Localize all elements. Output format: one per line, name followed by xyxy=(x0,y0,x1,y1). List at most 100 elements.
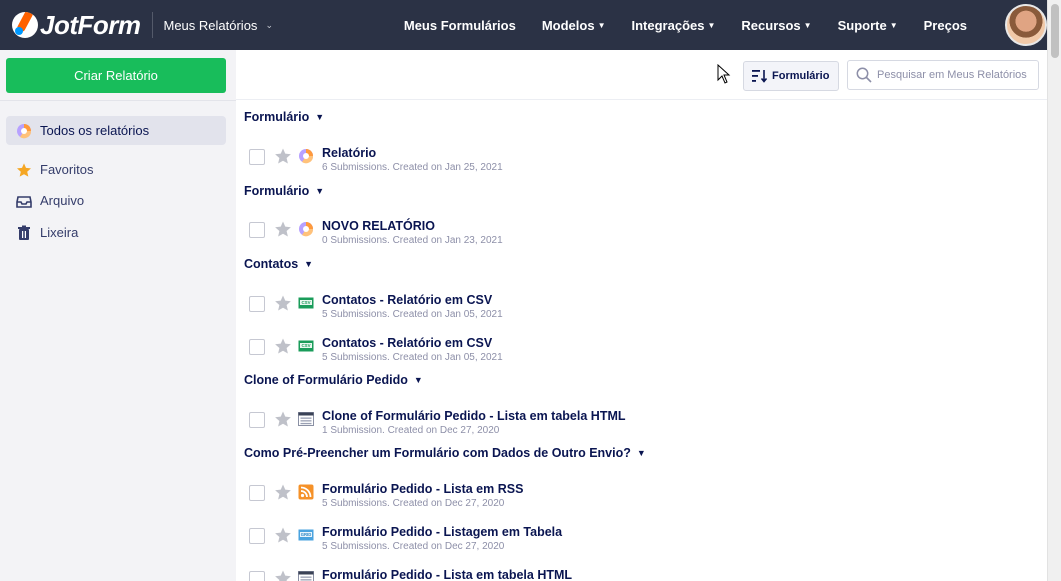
group-header[interactable]: Formulário ▼ xyxy=(244,110,324,124)
report-row[interactable]: NOVO RELATÓRIO 0 Submissions. Created on … xyxy=(236,213,1047,253)
report-meta: 5 Submissions. Created on Jan 05, 2021 xyxy=(322,352,503,363)
select-checkbox[interactable] xyxy=(249,571,265,581)
report-title[interactable]: Formulário Pedido - Listagem em Tabela xyxy=(322,525,562,539)
page-scrollbar[interactable] xyxy=(1047,0,1061,581)
select-checkbox[interactable] xyxy=(249,222,265,238)
report-title[interactable]: Formulário Pedido - Lista em RSS xyxy=(322,482,523,496)
jotform-logo[interactable]: JotForm xyxy=(12,10,141,41)
nav-item[interactable]: Preços xyxy=(924,18,967,33)
report-meta: 0 Submissions. Created on Jan 23, 2021 xyxy=(322,235,503,246)
inbox-icon xyxy=(16,193,32,209)
nav-item[interactable]: Integrações ▼ xyxy=(632,18,716,33)
report-row[interactable]: CSV Contatos - Relatório em CSV 5 Submissi… xyxy=(236,330,1047,370)
csv-icon: CSV xyxy=(298,338,314,354)
sidebar-item-all-reports[interactable]: Todos os relatórios xyxy=(6,116,226,145)
search-input[interactable] xyxy=(877,69,1037,81)
report-meta: 5 Submissions. Created on Dec 27, 2020 xyxy=(322,541,505,552)
mouse-cursor-icon xyxy=(717,64,731,84)
report-row[interactable]: CSV Contatos - Relatório em CSV 5 Submissi… xyxy=(236,287,1047,327)
nav-item[interactable]: Recursos ▼ xyxy=(741,18,811,33)
caret-down-icon[interactable]: ▼ xyxy=(315,186,324,196)
nav-item[interactable]: Suporte ▼ xyxy=(838,18,898,33)
report-title[interactable]: Formulário Pedido - Lista em tabela HTML xyxy=(322,568,572,581)
brand-name: JotForm xyxy=(40,9,141,40)
create-report-button[interactable]: Criar Relatório xyxy=(6,58,226,93)
group-header[interactable]: Como Pré-Preencher um Formulário com Dad… xyxy=(244,446,646,460)
sidebar: Criar Relatório Todos os relatórios Favo… xyxy=(0,50,236,581)
csv-icon: CSV xyxy=(298,295,314,311)
group-header[interactable]: Formulário ▼ xyxy=(244,184,324,198)
report-title[interactable]: Clone of Formulário Pedido - Lista em ta… xyxy=(322,409,626,423)
grid-icon: GRID xyxy=(298,527,314,543)
report-row[interactable]: Formulário Pedido - Lista em RSS 5 Submis… xyxy=(236,476,1047,516)
sidebar-item-archive[interactable]: Arquivo xyxy=(6,186,226,215)
sidebar-item-label: Todos os relatórios xyxy=(40,123,150,138)
html-table-icon xyxy=(298,570,314,581)
star-icon[interactable] xyxy=(274,147,292,165)
top-navbar: JotForm Meus Relatórios ⌄ Meus Formulári… xyxy=(0,0,1047,50)
select-checkbox[interactable] xyxy=(249,412,265,428)
group-header[interactable]: Clone of Formulário Pedido ▼ xyxy=(244,373,423,387)
report-meta: 1 Submission. Created on Dec 27, 2020 xyxy=(322,425,500,436)
nav-item-label: Meus Formulários xyxy=(403,17,516,33)
report-row[interactable]: Clone of Formulário Pedido - Lista em ta… xyxy=(236,403,1047,443)
report-row[interactable]: GRID Formulário Pedido - Listagem em Tabe… xyxy=(236,519,1047,559)
caret-down-icon[interactable]: ▼ xyxy=(414,375,423,385)
star-icon[interactable] xyxy=(274,337,292,355)
report-list-panel: Formulário Formulário ▼ Relatório 6 Submiss… xyxy=(236,50,1047,581)
sidebar-item-label: Favoritos xyxy=(40,162,94,177)
caret-down-icon[interactable]: ▼ xyxy=(304,259,313,269)
scrollbar-thumb[interactable] xyxy=(1051,4,1059,58)
group-name: Formulário xyxy=(244,110,310,124)
report-title[interactable]: Contatos - Relatório em CSV xyxy=(322,293,492,307)
sort-button-label: Formulário xyxy=(772,70,830,82)
report-row[interactable]: Relatório 6 Submissions. Created on Jan 2… xyxy=(236,140,1047,180)
nav-item-label: Integrações xyxy=(631,17,705,33)
user-avatar[interactable] xyxy=(1005,4,1047,46)
select-checkbox[interactable] xyxy=(249,339,265,355)
star-icon[interactable] xyxy=(274,220,292,238)
report-title[interactable]: NOVO RELATÓRIO xyxy=(322,219,435,233)
nav-item[interactable]: Modelos ▼ xyxy=(542,18,606,33)
star-icon[interactable] xyxy=(274,294,292,312)
group-name: Como Pré-Preencher um Formulário com Dad… xyxy=(244,446,631,460)
main-nav: Meus Formulários Modelos ▼ Integrações ▼ Recu… xyxy=(378,18,967,33)
caret-down-icon[interactable]: ▼ xyxy=(315,112,324,122)
group-header[interactable]: Contatos ▼ xyxy=(244,257,313,271)
select-checkbox[interactable] xyxy=(249,528,265,544)
report-row[interactable]: Formulário Pedido - Lista em tabela HTML xyxy=(236,562,1047,581)
sort-button[interactable]: Formulário xyxy=(743,61,839,91)
report-pie-icon xyxy=(16,123,32,139)
star-icon[interactable] xyxy=(274,410,292,428)
sidebar-item-favorites[interactable]: Favoritos xyxy=(6,155,226,184)
sidebar-divider xyxy=(0,100,236,101)
pie-chart-icon xyxy=(298,148,314,164)
report-meta: 6 Submissions. Created on Jan 25, 2021 xyxy=(322,162,503,173)
caret-down-icon[interactable]: ▼ xyxy=(637,448,646,458)
report-title[interactable]: Contatos - Relatório em CSV xyxy=(322,336,492,350)
app-switcher[interactable]: Meus Relatórios ⌄ xyxy=(164,18,273,33)
trash-icon xyxy=(16,225,32,241)
sort-icon xyxy=(752,70,768,83)
select-checkbox[interactable] xyxy=(249,149,265,165)
pie-chart-icon xyxy=(298,221,314,237)
star-icon xyxy=(16,162,32,178)
star-icon[interactable] xyxy=(274,483,292,501)
select-checkbox[interactable] xyxy=(249,485,265,501)
report-meta: 5 Submissions. Created on Jan 05, 2021 xyxy=(322,309,503,320)
star-icon[interactable] xyxy=(274,526,292,544)
nav-item-label: Preços xyxy=(923,17,967,33)
group-name: Contatos xyxy=(244,257,299,271)
star-icon[interactable] xyxy=(274,569,292,581)
select-checkbox[interactable] xyxy=(249,296,265,312)
nav-item[interactable]: Meus Formulários xyxy=(404,18,516,33)
svg-text:CSV: CSV xyxy=(301,343,310,348)
group-name: Formulário xyxy=(244,184,310,198)
report-title[interactable]: Relatório xyxy=(322,146,376,160)
sidebar-item-label: Arquivo xyxy=(40,193,85,208)
search-icon xyxy=(856,67,872,83)
nav-item-label: Modelos xyxy=(541,17,595,33)
sidebar-item-trash[interactable]: Lixeira xyxy=(6,218,226,247)
nav-item-label: Recursos xyxy=(741,17,801,33)
search-box[interactable] xyxy=(847,60,1039,90)
